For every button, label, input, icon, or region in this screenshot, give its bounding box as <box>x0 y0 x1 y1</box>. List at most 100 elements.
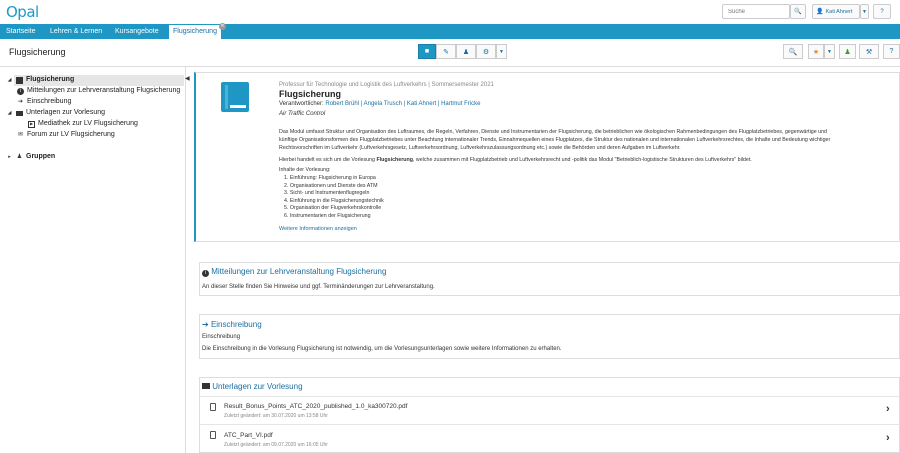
tools-button[interactable]: ⚒ <box>859 44 879 59</box>
contents-item: 4. Einführung in die Flugsicherungstechn… <box>284 197 384 204</box>
contents-item: 1. Einführung: Flugsicherung in Europa <box>284 175 376 181</box>
course-subtitle: Air Traffic Control <box>279 111 326 117</box>
chevron-right-icon[interactable]: › <box>886 403 890 415</box>
search-icon: 🔍 <box>788 48 798 56</box>
close-tab-icon[interactable]: ✕ <box>219 23 226 30</box>
contents-item: 3. Sicht- und Instrumentenflugregeln <box>284 190 370 196</box>
info-icon: i <box>202 270 209 277</box>
divider <box>199 424 900 425</box>
book-icon <box>221 82 249 112</box>
description-line-4: Hierbei handelt es sich um die Vorlesung… <box>279 156 752 164</box>
file-pdf-icon <box>210 403 216 411</box>
tree-item-flugsicherung[interactable]: ◢ Flugsicherung <box>6 75 74 85</box>
mitteilungen-text: An dieser Stelle finden Sie Hinweise und… <box>202 284 435 290</box>
user-menu-button[interactable]: 👤 Kati Ahnert <box>812 4 860 19</box>
responsibles-line: Verantwortlicher: Robert Brühl | Angela … <box>279 100 480 108</box>
chevron-down-icon: ▼ <box>499 48 504 55</box>
tree-item-gruppen[interactable]: ▸ ♟ Gruppen <box>6 152 55 162</box>
responsible-label: Verantwortlicher: <box>279 101 324 107</box>
user-name: Kati Ahnert <box>825 8 853 15</box>
gear-icon: ⚙ <box>482 48 490 56</box>
search-input[interactable] <box>722 4 790 19</box>
sign-in-icon: ➔ <box>202 320 209 329</box>
folder-icon <box>202 383 210 389</box>
tab-flugsicherung[interactable]: Flugsicherung <box>169 25 221 39</box>
info-icon: i <box>17 87 24 95</box>
favorite-caret[interactable]: ▼ <box>824 44 835 59</box>
file-changed: Zuletzt geändert: am 30.07.2020 um 13:58… <box>224 413 328 419</box>
desc-text: Hierbei handelt es sich um die Vorlesung <box>279 157 377 163</box>
more-info-link[interactable]: Weitere Informationen anzeigen <box>279 225 357 233</box>
user-menu-caret[interactable]: ▼ <box>860 4 869 19</box>
einschreibung-heading[interactable]: ➔ Einschreibung <box>202 321 262 329</box>
book-icon <box>16 76 23 84</box>
einschreibung-subtitle: Einschreibung <box>202 334 241 340</box>
pencil-icon: ✎ <box>443 48 449 56</box>
contents-item: 5. Organisation der Flugverkehrskontroll… <box>284 205 382 211</box>
tree-label: Forum zur LV Flugsicherung <box>27 131 115 138</box>
collapse-sidebar-icon[interactable]: ◀ <box>185 75 191 83</box>
course-main-title: Flugsicherung <box>279 89 342 99</box>
tree-label: Gruppen <box>26 153 56 160</box>
search-icon: 🔍 <box>794 9 802 15</box>
einschreibung-title: Einschreibung <box>210 320 262 329</box>
tree-item-einschreibung[interactable]: ➔ Einschreibung <box>17 97 71 107</box>
add-user-button[interactable]: ♟ <box>839 44 856 59</box>
favorite-button[interactable]: ★ <box>808 44 824 59</box>
desc-text: , welche zusammen mit Flugplatzbetrieb u… <box>412 157 752 163</box>
chevron-down-icon: ▼ <box>862 8 867 15</box>
tree-item-unterlagen[interactable]: ◢ Unterlagen zur Vorlesung <box>6 108 105 118</box>
mitteilungen-title: Mitteilungen zur Lehrveranstaltung Flugs… <box>211 267 387 276</box>
description-line-3: Rechtsvorschriften im Luftverkehr (Luftv… <box>279 145 681 151</box>
nav-startseite[interactable]: Startseite <box>6 24 36 39</box>
search-button[interactable]: 🔍 <box>790 4 806 19</box>
star-icon: ★ <box>812 48 820 56</box>
tree-label: Mitteilungen zur Lehrveranstaltung Flugs… <box>27 87 181 94</box>
tree-label: Mediathek zur LV Flugsicherung <box>38 120 138 127</box>
nav-kursangebote[interactable]: Kursangebote <box>115 24 159 39</box>
edit-button[interactable]: ✎ <box>436 44 456 59</box>
help-button[interactable]: ? <box>873 4 891 19</box>
unterlagen-heading[interactable]: Unterlagen zur Vorlesung <box>202 383 303 391</box>
file-name-link[interactable]: ATC_Part_VI.pdf <box>224 432 273 440</box>
contents-item: 6. Instrumentarien der Flugsicherung <box>284 212 371 219</box>
tree-label: Einschreibung <box>27 98 72 105</box>
users-icon: ♟ <box>462 48 470 56</box>
file-name-link[interactable]: Result_Bonus_Points_ATC_2020_published_1… <box>224 403 407 411</box>
chevron-right-icon[interactable]: › <box>886 432 890 444</box>
folder-icon <box>16 110 23 116</box>
org-line: Professur für Technologie und Logistik d… <box>279 82 494 88</box>
more-caret[interactable]: ▼ <box>496 44 507 59</box>
tree-label: Unterlagen zur Vorlesung <box>26 109 105 116</box>
view-button[interactable]: ■ <box>418 44 436 59</box>
description-line-1: Das Modul umfasst Struktur und Organisat… <box>279 129 827 135</box>
wrench-icon: ⚒ <box>865 48 873 56</box>
members-button[interactable]: ♟ <box>456 44 476 59</box>
opal-logo[interactable]: Opal <box>6 3 39 21</box>
forum-icon: ✉ <box>17 132 24 138</box>
main-nav: Startseite Lehren & Lernen Kursangebote … <box>0 24 900 39</box>
caret-down-icon: ◢ <box>7 110 12 116</box>
chevron-down-icon: ▼ <box>827 48 832 55</box>
nav-lehren-lernen[interactable]: Lehren & Lernen <box>50 24 102 39</box>
description-line-2: künftige Organisationsformen des Flugpla… <box>279 137 831 143</box>
contents-item: 2. Organisationen und Dienste des ATM <box>284 182 378 189</box>
tree-item-mitteilungen[interactable]: i Mitteilungen zur Lehrveranstaltung Flu… <box>17 86 180 96</box>
media-icon: ▶ <box>28 120 35 128</box>
mitteilungen-heading[interactable]: i Mitteilungen zur Lehrveranstaltung Flu… <box>202 268 386 277</box>
contents-label: Inhalte der Vorlesung: <box>279 167 331 173</box>
einschreibung-text: Die Einschreibung in die Vorlesung Flugs… <box>202 346 562 352</box>
settings-button[interactable]: ⚙ <box>476 44 496 59</box>
course-search-button[interactable]: 🔍 <box>783 44 803 59</box>
responsibles-links[interactable]: Robert Brühl | Angela Trusch | Kati Ahne… <box>325 101 480 107</box>
help-icon: ? <box>880 8 884 15</box>
file-pdf-icon <box>210 431 216 439</box>
tree-item-forum[interactable]: ✉ Forum zur LV Flugsicherung <box>17 130 115 140</box>
desc-bold: Flugsicherung <box>376 157 413 163</box>
user-plus-icon: ♟ <box>844 48 851 56</box>
caret-right-icon: ▸ <box>8 154 11 160</box>
tree-item-mediathek[interactable]: ▶ Mediathek zur LV Flugsicherung <box>28 119 138 129</box>
help-course-button[interactable]: ? <box>883 44 900 59</box>
top-bar: Opal 🔍 👤 Kati Ahnert ▼ ? <box>0 0 900 24</box>
unterlagen-title: Unterlagen zur Vorlesung <box>212 382 303 391</box>
